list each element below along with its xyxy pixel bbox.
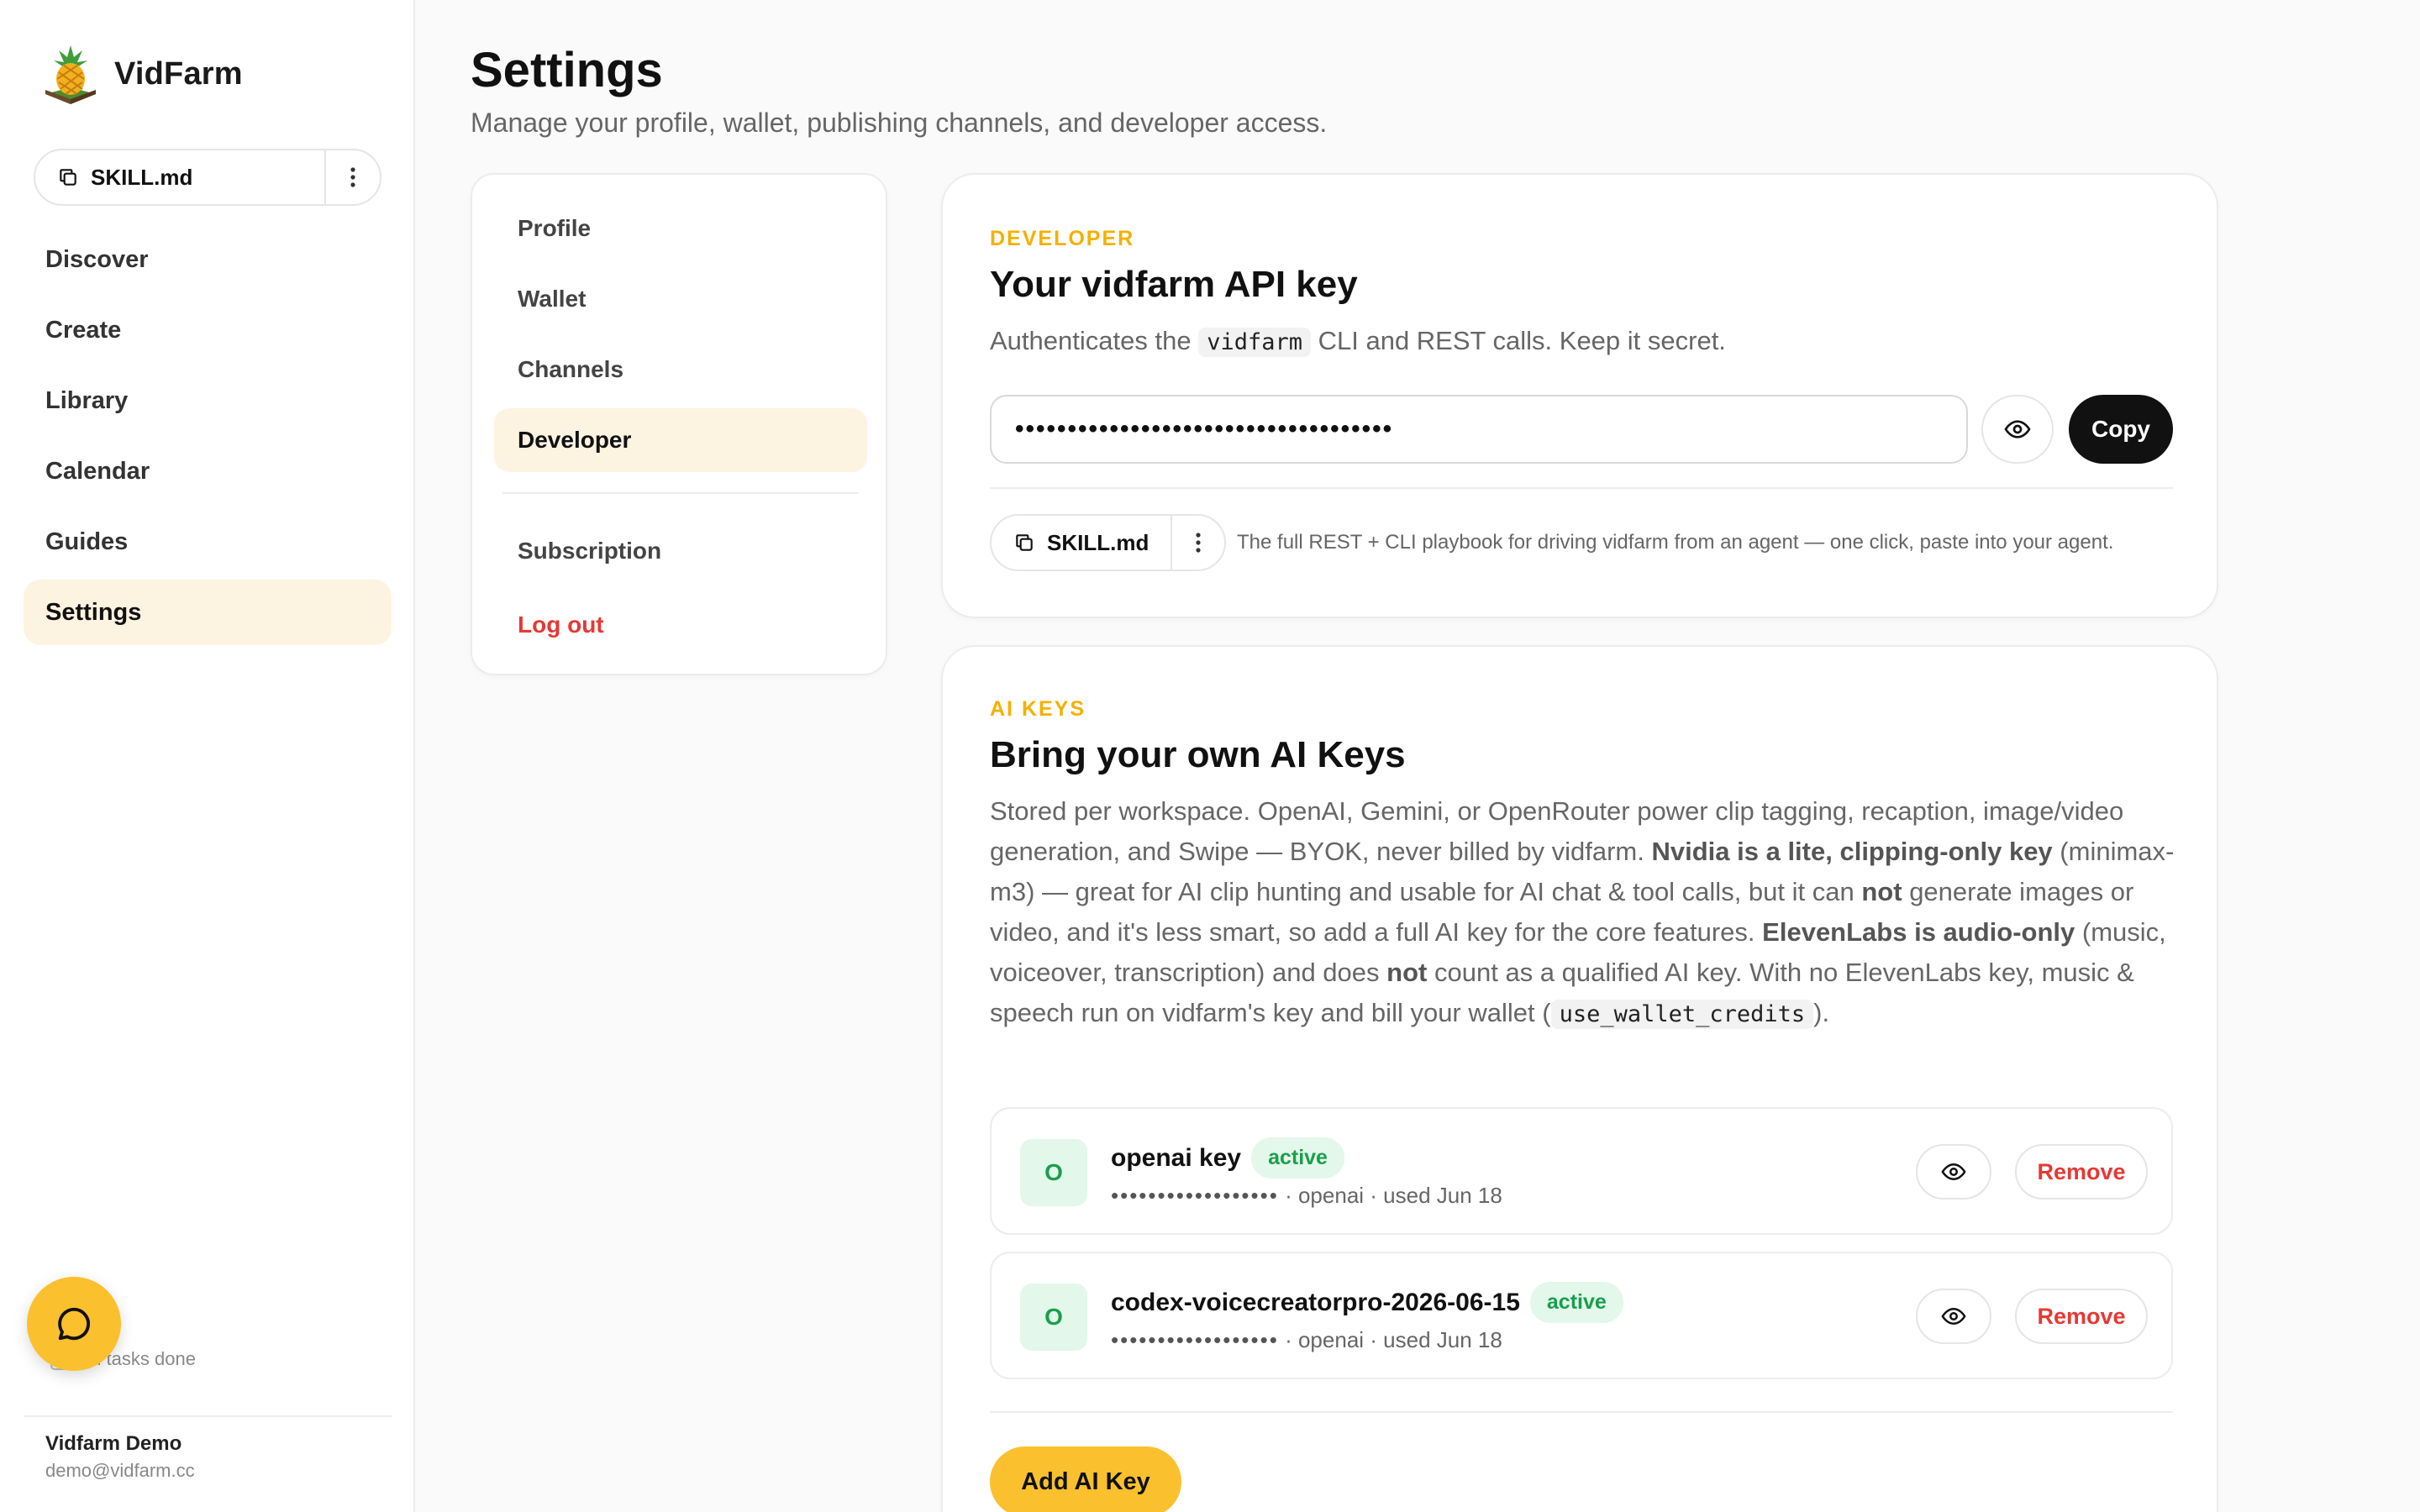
eye-icon	[1941, 1163, 1966, 1181]
developer-title: Your vidfarm API key	[990, 264, 1358, 305]
logout-button[interactable]: Log out	[494, 593, 867, 657]
api-key-field[interactable]: ••••••••••••••••••••••••••••••••••••	[990, 395, 1968, 464]
ai-key-name-label: codex-voicecreatorpro-2026-06-15	[1111, 1288, 1520, 1316]
eye-icon	[1941, 1307, 1966, 1326]
add-ai-key-button[interactable]: Add AI Key	[990, 1446, 1181, 1512]
copy-icon	[60, 169, 76, 186]
settings-tab-subscription[interactable]: Subscription	[494, 519, 867, 583]
ai-keys-description: Stored per workspace. OpenAI, Gemini, or…	[990, 791, 2183, 1035]
remove-ai-key-button[interactable]: Remove	[2015, 1289, 2148, 1344]
provider-avatar: O	[1020, 1284, 1087, 1351]
ai-key-meta-text: · openai · used Jun 18	[1285, 1183, 1502, 1208]
chat-button[interactable]	[27, 1277, 121, 1371]
more-vertical-icon	[1196, 533, 1201, 553]
provider-avatar: O	[1020, 1139, 1087, 1206]
ai-key-name: codex-voicecreatorpro-2026-06-15 active	[1111, 1282, 1623, 1323]
sidebar-skill-copy-button[interactable]: SKILL.md	[35, 150, 326, 204]
brand-name: VidFarm	[114, 55, 243, 92]
sidebar-item-guides[interactable]: Guides	[24, 509, 392, 575]
sidebar-nav: Discover Create Library Calendar Guides …	[24, 227, 392, 650]
sidebar-item-library[interactable]: Library	[24, 368, 392, 433]
settings-menu: Profile Wallet Channels Developer Subscr…	[471, 173, 887, 675]
sidebar-skill-label: SKILL.md	[91, 164, 193, 190]
pineapple-logo-icon	[45, 45, 96, 104]
ai-key-row: O codex-voicecreatorpro-2026-06-15 activ…	[990, 1252, 2173, 1379]
reveal-ai-key-button[interactable]	[1916, 1289, 1991, 1344]
sidebar-item-discover[interactable]: Discover	[24, 227, 392, 292]
ai-key-name: openai key active	[1111, 1137, 1344, 1179]
developer-skill-label: SKILL.md	[1047, 529, 1150, 555]
ai-keys-card: AI KEYS Bring your own AI Keys Stored pe…	[941, 645, 2218, 1512]
wallet-credits-code: use_wallet_credits	[1550, 1000, 1814, 1029]
status-badge: active	[1529, 1282, 1623, 1323]
developer-desc-before: Authenticates the	[990, 326, 1192, 355]
ai-desc-bold: not	[1386, 958, 1428, 987]
skill-help-text: The full REST + CLI playbook for driving…	[1237, 531, 2114, 554]
ai-key-meta: •••••••••••••••••• · openai · used Jun 1…	[1111, 1327, 1502, 1353]
ai-key-masked: ••••••••••••••••••	[1111, 1183, 1279, 1208]
ai-keys-title: Bring your own AI Keys	[990, 734, 1406, 775]
eye-icon	[2004, 420, 2031, 438]
developer-eyebrow: DEVELOPER	[990, 227, 1135, 250]
cli-name-code: vidfarm	[1198, 328, 1311, 357]
user-name[interactable]: Vidfarm Demo	[45, 1432, 182, 1456]
sidebar-item-settings[interactable]: Settings	[24, 580, 392, 645]
chat-bubble-icon	[58, 1307, 90, 1341]
sidebar-skill-pill: SKILL.md	[34, 149, 381, 206]
ai-desc-bold: not	[1861, 877, 1902, 906]
reveal-ai-key-button[interactable]	[1916, 1144, 1991, 1200]
reveal-api-key-button[interactable]	[1981, 395, 2054, 464]
sidebar-divider	[24, 1415, 392, 1417]
ai-desc-part: ).	[1813, 998, 1830, 1027]
settings-tab-channels[interactable]: Channels	[494, 338, 867, 402]
sidebar-item-calendar[interactable]: Calendar	[24, 438, 392, 504]
remove-ai-key-button[interactable]: Remove	[2015, 1144, 2148, 1200]
ai-key-name-label: openai key	[1111, 1143, 1242, 1172]
ai-key-row: O openai key active •••••••••••••••••• ·…	[990, 1107, 2173, 1235]
developer-desc-after: CLI and REST calls. Keep it secret.	[1318, 326, 1726, 355]
ai-keys-divider	[990, 1411, 2173, 1413]
page-subtitle: Manage your profile, wallet, publishing …	[471, 108, 1328, 138]
ai-desc-bold: Nvidia is a lite, clipping-only key	[1651, 837, 2053, 866]
sidebar-item-create[interactable]: Create	[24, 297, 392, 363]
ai-key-masked: ••••••••••••••••••	[1111, 1327, 1279, 1352]
ai-keys-eyebrow: AI KEYS	[990, 697, 1086, 721]
settings-menu-divider	[502, 492, 859, 494]
status-badge: active	[1251, 1137, 1344, 1179]
copy-icon	[1016, 534, 1033, 551]
ai-key-meta-text: · openai · used Jun 18	[1285, 1327, 1502, 1352]
settings-tab-profile[interactable]: Profile	[494, 197, 867, 260]
more-vertical-icon	[350, 167, 355, 187]
page-title: Settings	[471, 43, 663, 97]
developer-skill-pill: SKILL.md	[990, 514, 1227, 571]
settings-tab-wallet[interactable]: Wallet	[494, 267, 867, 331]
developer-description: Authenticates the vidfarm CLI and REST c…	[990, 321, 1726, 363]
ai-desc-bold: ElevenLabs is audio-only	[1762, 917, 2075, 947]
ai-key-meta: •••••••••••••••••• · openai · used Jun 1…	[1111, 1183, 1502, 1209]
developer-skill-more-button[interactable]	[1172, 516, 1224, 570]
user-email: demo@vidfarm.cc	[45, 1460, 195, 1481]
brand[interactable]: VidFarm	[44, 42, 243, 106]
sidebar: VidFarm SKILL.md Discover Create Library…	[0, 0, 415, 1512]
developer-divider	[990, 487, 2173, 489]
sidebar-skill-more-button[interactable]	[326, 150, 380, 204]
developer-card: DEVELOPER Your vidfarm API key Authentic…	[941, 173, 2218, 618]
settings-tab-developer[interactable]: Developer	[494, 408, 867, 472]
copy-api-key-button[interactable]: Copy	[2069, 395, 2173, 464]
developer-skill-copy-button[interactable]: SKILL.md	[992, 516, 1173, 570]
